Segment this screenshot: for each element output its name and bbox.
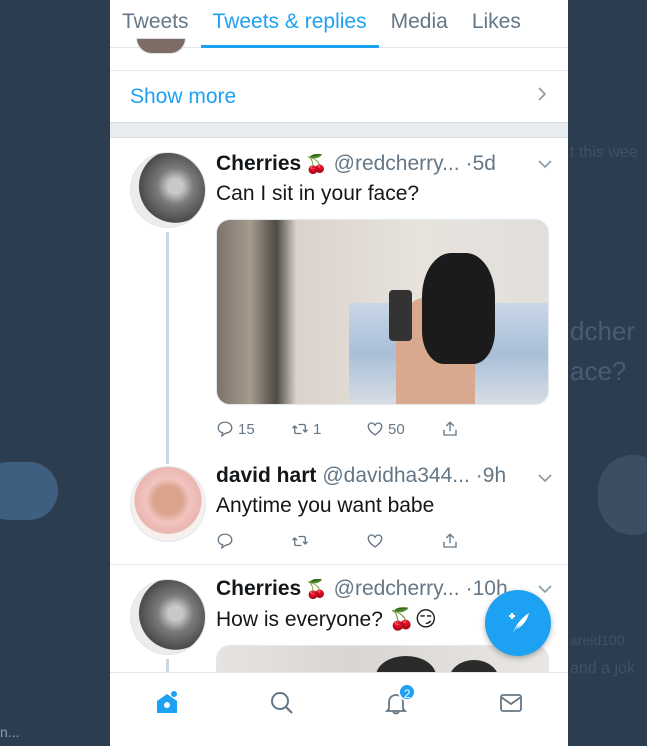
heart-icon	[367, 422, 383, 436]
avatar[interactable]	[130, 579, 206, 655]
background-text: t this wee	[570, 144, 638, 161]
share-icon	[443, 533, 457, 548]
handle[interactable]: @davidha344...	[322, 464, 469, 488]
display-name[interactable]: Cherries	[216, 152, 301, 176]
notification-badge: 2	[398, 682, 417, 701]
cherry-emoji: 🍒	[305, 579, 328, 599]
tab-media[interactable]: Media	[379, 0, 460, 48]
chevron-down-icon[interactable]	[538, 470, 552, 488]
tweet-text: Can I sit in your face?	[216, 182, 420, 205]
section-divider	[110, 122, 568, 138]
chevron-down-icon[interactable]	[538, 156, 552, 174]
display-name[interactable]: Cherries	[216, 577, 301, 601]
show-more-label: Show more	[130, 84, 237, 108]
avatar[interactable]	[130, 152, 206, 228]
thread-line	[166, 232, 169, 464]
bottom-navigation: 2	[110, 672, 568, 732]
tweet-text: Anytime you want babe	[216, 494, 435, 517]
heart-icon	[367, 534, 383, 548]
tweet[interactable]: Cherries 🍒 @redcherry... ·5d Can I sit i…	[110, 138, 568, 464]
background-blob-left	[0, 462, 58, 520]
nav-home[interactable]	[147, 683, 187, 723]
handle[interactable]: @redcherry...	[334, 577, 460, 601]
avatar[interactable]	[136, 38, 186, 54]
background-text: n...	[0, 724, 20, 740]
retweet-button[interactable]	[291, 532, 366, 550]
home-icon	[157, 690, 178, 713]
handle[interactable]: @redcherry...	[334, 152, 460, 176]
compose-tweet-icon	[509, 613, 529, 634]
reply-count: 15	[238, 420, 255, 438]
share-button[interactable]	[441, 420, 516, 438]
show-more-row[interactable]: Show more	[110, 70, 568, 122]
background-text: ace?	[570, 356, 627, 386]
background-blob-right	[598, 455, 647, 535]
background-text: dcher	[570, 316, 636, 346]
bottom-strip	[110, 732, 568, 746]
timestamp: ·5d	[465, 152, 496, 175]
retweet-icon	[292, 423, 308, 435]
background-text: and a jok	[570, 660, 635, 677]
retweet-count: 1	[313, 420, 322, 438]
like-button[interactable]: 50	[366, 420, 441, 438]
search-icon	[270, 691, 293, 714]
display-name[interactable]: david hart	[216, 464, 316, 488]
reply-icon	[217, 421, 233, 438]
cherry-emoji: 🍒	[305, 154, 328, 174]
share-button[interactable]	[441, 532, 516, 550]
nav-notifications[interactable]: 2	[376, 682, 417, 723]
background-text: areid100	[570, 632, 625, 648]
tweet[interactable]: david hart @davidha344... ·9h Anytime yo…	[110, 464, 568, 564]
nav-search[interactable]	[262, 683, 302, 723]
retweet-icon	[292, 535, 308, 547]
messages-icon	[499, 693, 522, 712]
reply-button[interactable]: 15	[216, 420, 291, 438]
tweet-image[interactable]	[216, 219, 549, 405]
reply-icon	[217, 533, 233, 550]
avatar[interactable]	[130, 466, 206, 542]
tab-likes[interactable]: Likes	[460, 0, 533, 48]
compose-tweet-button[interactable]	[485, 590, 551, 656]
retweet-button[interactable]: 1	[291, 420, 366, 438]
tab-tweets-and-replies[interactable]: Tweets & replies	[200, 0, 379, 48]
nav-messages[interactable]	[491, 683, 531, 723]
share-icon	[443, 421, 457, 436]
reply-button[interactable]	[216, 532, 291, 550]
timestamp: ·9h	[475, 464, 507, 487]
like-count: 50	[388, 420, 405, 438]
like-button[interactable]	[366, 532, 441, 550]
chevron-right-icon	[536, 85, 548, 108]
chevron-down-icon[interactable]	[538, 581, 552, 599]
